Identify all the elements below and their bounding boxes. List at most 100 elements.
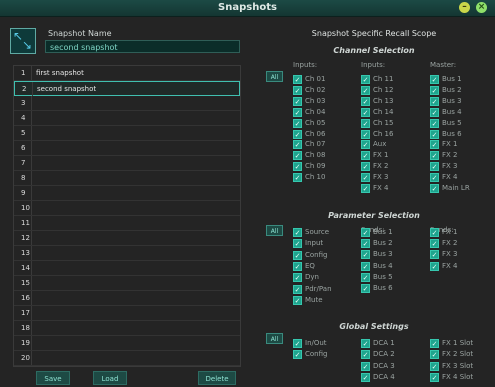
global-all-button[interactable]: All	[266, 333, 283, 344]
window-title: Snapshots	[218, 2, 277, 13]
checkmark-icon: ✓	[361, 284, 370, 293]
snapshot-row[interactable]: 4	[14, 111, 240, 126]
load-button[interactable]: Load	[93, 371, 127, 385]
channel-column-header: Master:	[430, 61, 457, 69]
checkmark-icon: ✓	[293, 251, 302, 260]
snapshot-row[interactable]: 19	[14, 336, 240, 351]
checkbox-label: Ch 03	[305, 97, 326, 105]
snapshot-number: 8	[21, 174, 26, 182]
row-divider	[31, 96, 32, 110]
checkmark-icon: ✓	[361, 273, 370, 282]
checkbox-label: FX 1	[442, 140, 458, 148]
snapshot-number: 11	[21, 219, 30, 227]
checkbox-label: Ch 12	[373, 86, 394, 94]
checkbox-label: Ch 16	[373, 130, 394, 138]
snapshot-row[interactable]: 15	[14, 276, 240, 291]
channel-all-button[interactable]: All	[266, 71, 283, 82]
snapshot-number: 18	[21, 324, 30, 332]
checkbox-label: Bus 6	[373, 284, 393, 292]
checkmark-icon: ✓	[293, 130, 302, 139]
checkbox-label: FX 2	[442, 239, 458, 247]
snapshot-row[interactable]: 1 first snapshot	[14, 66, 240, 81]
checkbox-label: Ch 06	[305, 130, 326, 138]
checkmark-icon: ✓	[293, 162, 302, 171]
checkmark-icon: ✓	[430, 86, 439, 95]
checkbox-label: Input	[305, 239, 324, 247]
row-divider	[31, 351, 32, 365]
snapshot-row[interactable]: 20	[14, 351, 240, 366]
checkbox-label: Config	[305, 251, 328, 259]
snapshot-number: 7	[21, 159, 26, 167]
parameter-all-button[interactable]: All	[266, 225, 283, 236]
checkmark-icon: ✓	[361, 108, 370, 117]
row-divider	[31, 111, 32, 125]
row-divider	[31, 201, 32, 215]
checkmark-icon: ✓	[361, 362, 370, 371]
snapshot-row[interactable]: 9	[14, 186, 240, 201]
checkmark-icon: ✓	[293, 339, 302, 348]
checkmark-icon: ✓	[430, 119, 439, 128]
snapshot-row[interactable]: 8	[14, 171, 240, 186]
snapshot-row[interactable]: 2 second snapshot	[14, 81, 240, 96]
snapshot-expand-icon[interactable]: ↖ ↘	[10, 28, 36, 54]
snapshot-row[interactable]: 10	[14, 201, 240, 216]
row-divider	[31, 216, 32, 230]
minimize-icon[interactable]: –	[459, 2, 470, 13]
checkmark-icon: ✓	[361, 350, 370, 359]
snapshot-row[interactable]: 16	[14, 291, 240, 306]
save-button[interactable]: Save	[36, 371, 70, 385]
snapshot-number: 2	[22, 85, 27, 93]
snapshot-number: 3	[21, 99, 26, 107]
snapshot-number: 16	[21, 294, 30, 302]
checkmark-icon: ✓	[361, 130, 370, 139]
checkmark-icon: ✓	[361, 151, 370, 160]
snapshot-number: 15	[21, 279, 30, 287]
snapshot-row[interactable]: 14	[14, 261, 240, 276]
checkbox-label: Bus 4	[373, 262, 393, 270]
checkmark-icon: ✓	[293, 228, 302, 237]
snapshot-name-input[interactable]: second snapshot	[45, 40, 240, 53]
snapshot-name: first snapshot	[36, 69, 84, 77]
checkbox-label: FX 4	[442, 262, 458, 270]
row-divider	[31, 66, 32, 80]
parameter-selection-title: Parameter Selection	[328, 211, 420, 220]
delete-button[interactable]: Delete	[198, 371, 236, 385]
checkmark-icon: ✓	[361, 173, 370, 182]
checkmark-icon: ✓	[430, 75, 439, 84]
snapshot-row[interactable]: 11	[14, 216, 240, 231]
row-divider	[31, 306, 32, 320]
checkbox-label: FX 2	[373, 162, 389, 170]
close-icon[interactable]: ×	[476, 2, 487, 13]
checkbox-label: Ch 08	[305, 151, 326, 159]
snapshot-row[interactable]: 5	[14, 126, 240, 141]
title-bar[interactable]: Snapshots – ×	[0, 0, 495, 17]
checkmark-icon: ✓	[361, 119, 370, 128]
checkmark-icon: ✓	[293, 151, 302, 160]
row-divider	[31, 141, 32, 155]
row-divider	[31, 126, 32, 140]
snapshot-number: 14	[21, 264, 30, 272]
checkmark-icon: ✓	[361, 97, 370, 106]
checkbox-label: Main LR	[442, 184, 470, 192]
snapshot-row[interactable]: 12	[14, 231, 240, 246]
snapshot-row[interactable]: 13	[14, 246, 240, 261]
checkbox-label: FX 2 Slot	[442, 350, 474, 358]
snapshot-row[interactable]: 17	[14, 306, 240, 321]
snapshot-number: 4	[21, 114, 26, 122]
snapshot-row[interactable]: 3	[14, 96, 240, 111]
checkmark-icon: ✓	[430, 130, 439, 139]
checkbox-label: Ch 15	[373, 119, 394, 127]
checkmark-icon: ✓	[430, 228, 439, 237]
snapshot-list[interactable]: 1 first snapshot 2 second snapshot 3 4 5 6 7 8 9 10…	[13, 65, 241, 367]
checkmark-icon: ✓	[430, 184, 439, 193]
checkbox-label: Pdr/Pan	[305, 285, 332, 293]
checkbox-label: Bus 1	[442, 75, 462, 83]
row-divider	[31, 231, 32, 245]
checkbox-label: DCA 4	[373, 373, 395, 381]
snapshot-row[interactable]: 6	[14, 141, 240, 156]
checkbox-label: DCA 2	[373, 350, 395, 358]
snapshot-row[interactable]: 18	[14, 321, 240, 336]
snapshot-row[interactable]: 7	[14, 156, 240, 171]
snapshot-name: second snapshot	[37, 85, 97, 93]
checkbox-label: Bus 5	[373, 273, 393, 281]
